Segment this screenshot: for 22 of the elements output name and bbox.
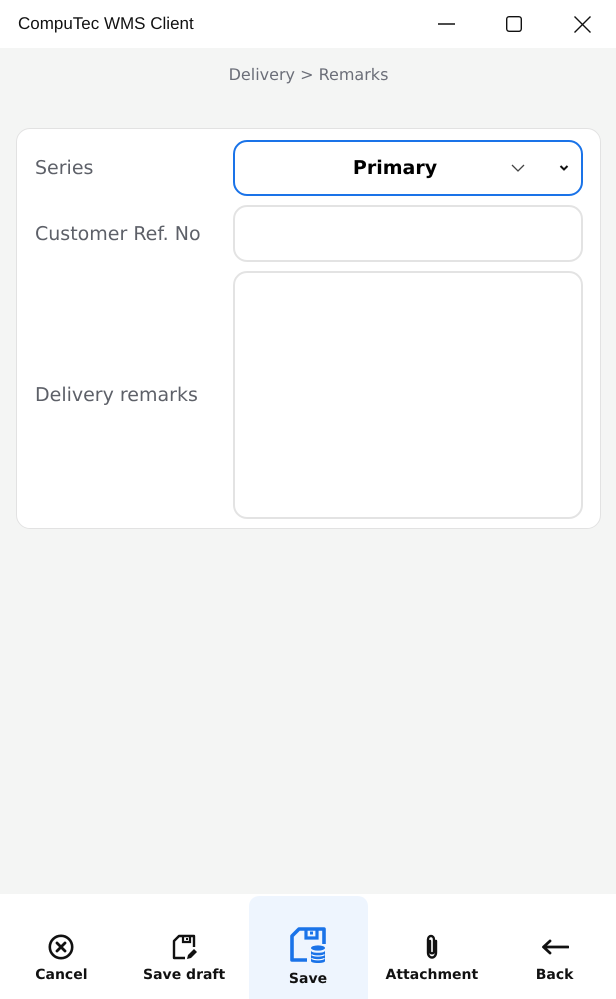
field-label: Series (35, 157, 94, 179)
floppy-database-icon (290, 927, 326, 963)
maximize-icon (506, 16, 522, 32)
chevron-down-icon (559, 165, 569, 171)
cancel-icon (48, 934, 74, 960)
arrow-left-icon (540, 939, 569, 955)
toolbar-button[interactable]: Save (248, 896, 368, 999)
back-button[interactable]: Back (493, 896, 616, 999)
minimize-icon (438, 23, 454, 25)
input-field[interactable] (233, 205, 583, 262)
close-icon (574, 16, 590, 32)
remarks-field[interactable] (233, 271, 583, 519)
chevron-down-icon (511, 164, 525, 172)
field-label: Delivery remarks (35, 384, 199, 406)
toolbar-button[interactable]: Attachment (370, 896, 494, 999)
series-dropdown[interactable]: Primary (233, 140, 583, 196)
toolbar-button[interactable]: Cancel (0, 896, 123, 999)
breadcrumb: Delivery > Remarks (228, 64, 388, 86)
floppy-pencil-icon (171, 934, 198, 960)
window-title: CompuTec WMS Client (18, 14, 194, 34)
toolbar-button[interactable]: Save draft (122, 896, 246, 999)
field-label: Customer Ref. No (35, 222, 202, 244)
